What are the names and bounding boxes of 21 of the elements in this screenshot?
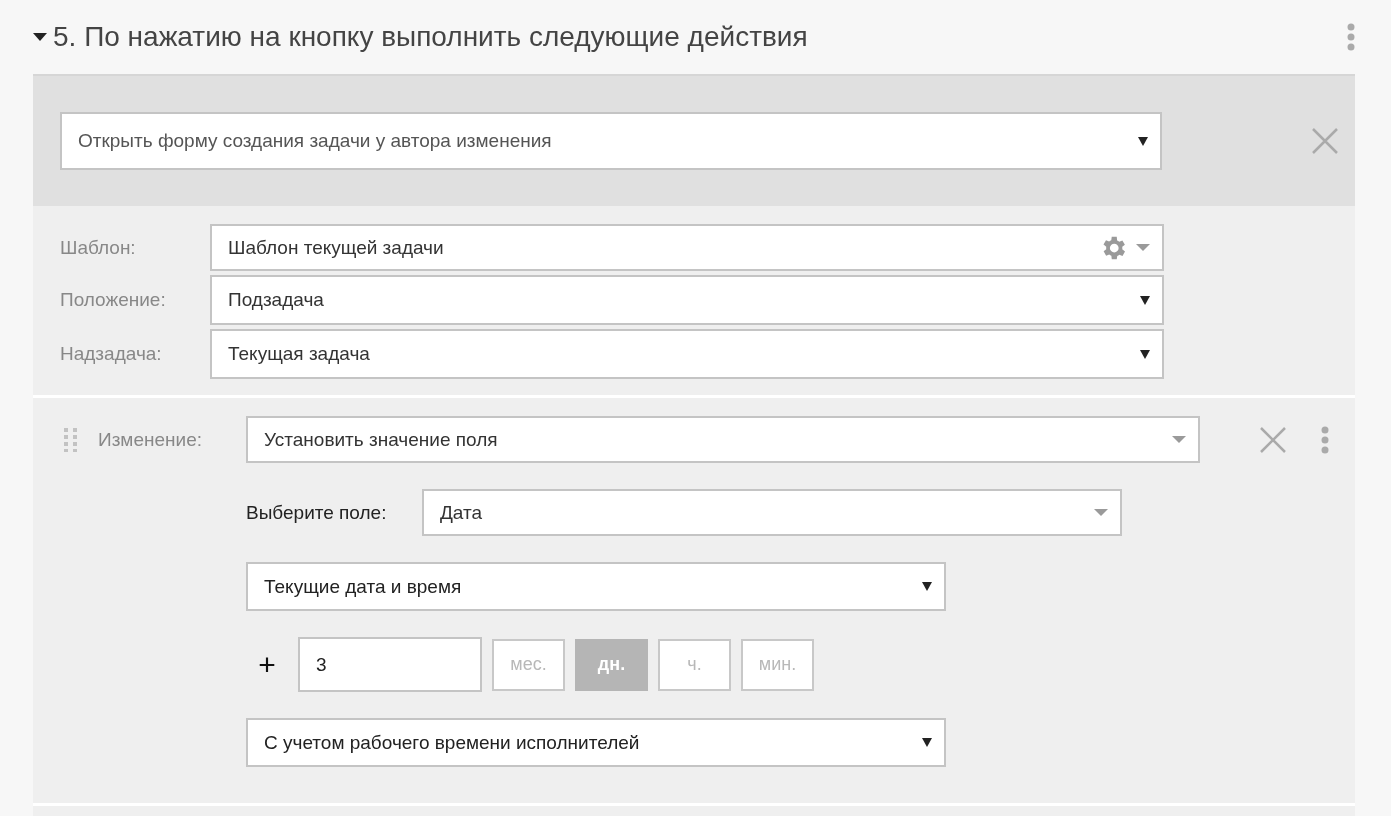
choose-field-label: Выберите поле: <box>246 501 388 524</box>
close-icon[interactable] <box>1311 127 1339 155</box>
amount-input[interactable]: 3 <box>298 637 482 692</box>
action-select[interactable]: Открыть форму создания задачи у автора изменения <box>60 112 1162 170</box>
drag-handle-icon[interactable] <box>64 427 78 452</box>
field-label: Надзадача: <box>60 343 163 365</box>
more-options-icon[interactable] <box>1321 425 1329 454</box>
field-label: Положение: <box>60 289 167 311</box>
plus-sign: + <box>257 647 277 682</box>
calendar-select[interactable]: С учетом рабочего времени исполнителей <box>246 718 946 767</box>
close-icon[interactable] <box>1259 425 1287 454</box>
date-base-select[interactable]: Текущие дата и время <box>246 562 946 611</box>
section-title: 5. По нажатию на кнопку выполнить следующие действия <box>53 21 809 53</box>
field-select[interactable]: Дата <box>422 489 1122 536</box>
field-label: Шаблон: <box>60 236 137 259</box>
change-label: Изменение: <box>98 428 203 451</box>
change-select[interactable]: Установить значение поля <box>246 416 1200 463</box>
field-select[interactable]: Подзадача <box>210 275 1164 325</box>
more-options-icon[interactable] <box>1347 23 1355 51</box>
field-select[interactable]: Шаблон текущей задачи <box>210 224 1164 271</box>
field-select[interactable]: Текущая задача <box>210 329 1164 379</box>
